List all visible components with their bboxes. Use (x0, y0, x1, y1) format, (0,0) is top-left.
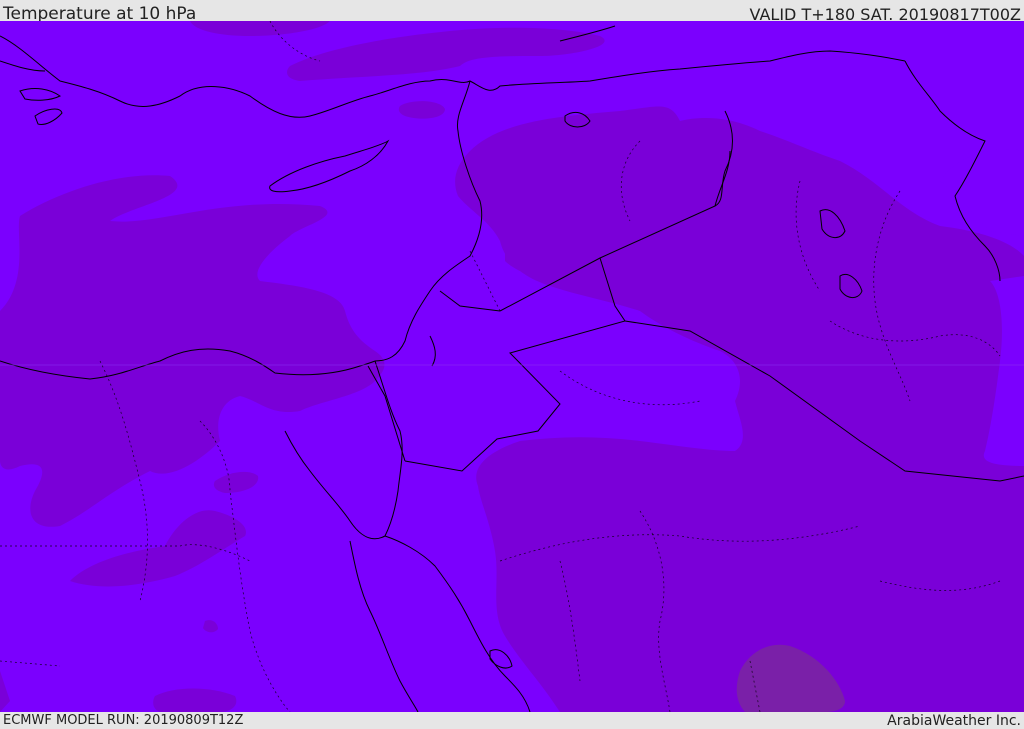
shading-patch-small (398, 101, 445, 119)
footer-bar: ECMWF MODEL RUN: 20190809T12Z ArabiaWeat… (0, 712, 1024, 729)
credit-label: ArabiaWeather Inc. (887, 713, 1021, 729)
weather-map (0, 21, 1024, 712)
model-run-label: ECMWF MODEL RUN: 20190809T12Z (3, 713, 244, 728)
header-bar: Temperature at 10 hPa VALID T+180 SAT. 2… (0, 0, 1024, 24)
